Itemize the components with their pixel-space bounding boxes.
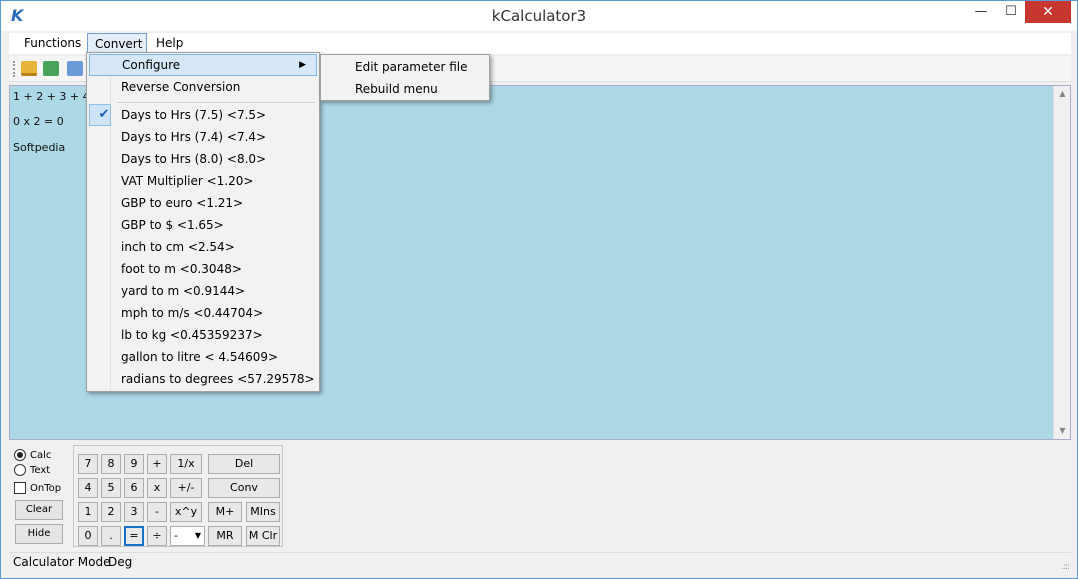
menu-item-conversion[interactable]: foot to m <0.3048> — [89, 258, 317, 280]
close-button[interactable]: ✕ — [1025, 1, 1071, 23]
save-as-icon[interactable] — [67, 61, 83, 76]
menu-item-configure[interactable]: Configure ▶ — [89, 54, 317, 76]
title-bar[interactable]: K kCalculator3 — ☐ ✕ — [1, 1, 1077, 31]
key-5[interactable]: 5 — [101, 478, 121, 498]
key-minus[interactable]: - — [147, 502, 167, 522]
menu-item-conversion[interactable]: yard to m <0.9144> — [89, 280, 317, 302]
menu-item-conversion[interactable]: inch to cm <2.54> — [89, 236, 317, 258]
key-mclr[interactable]: M Clr — [246, 526, 280, 546]
key-conv[interactable]: Conv — [208, 478, 280, 498]
resize-grip-icon[interactable]: .::: — [1061, 558, 1070, 577]
convert-dropdown-menu: Configure ▶ Reverse Conversion ✔ Days to… — [86, 52, 320, 392]
toolbar-grip[interactable] — [13, 61, 16, 77]
minimize-button[interactable]: — — [966, 1, 996, 23]
key-7[interactable]: 7 — [78, 454, 98, 474]
text-line: Softpedia — [13, 141, 66, 154]
calc-radio[interactable]: Calc — [14, 449, 51, 463]
menu-item-rebuild-menu[interactable]: Rebuild menu — [323, 78, 487, 100]
ontop-checkbox[interactable]: OnTop — [14, 482, 61, 496]
key-del[interactable]: Del — [208, 454, 280, 474]
key-plus[interactable]: + — [147, 454, 167, 474]
key-1[interactable]: 1 — [78, 502, 98, 522]
calculator-panel: Calc Text OnTop Clear Hide 7 8 9 + 1/x D… — [9, 442, 1071, 550]
chevron-down-icon: ▼ — [194, 531, 201, 540]
key-4[interactable]: 4 — [78, 478, 98, 498]
key-9[interactable]: 9 — [124, 454, 144, 474]
key-equals[interactable]: = — [124, 526, 144, 546]
key-2[interactable]: 2 — [101, 502, 121, 522]
scroll-down-arrow-icon[interactable]: ▼ — [1054, 423, 1071, 439]
menu-item-conversion[interactable]: VAT Multiplier <1.20> — [89, 170, 317, 192]
status-angle-unit: Deg — [108, 555, 133, 569]
checkbox-icon[interactable] — [14, 482, 26, 494]
menu-item-conversion[interactable]: Days to Hrs (7.4) <7.4> — [89, 126, 317, 148]
check-icon: ✔ — [98, 107, 110, 122]
key-mr[interactable]: MR — [208, 526, 242, 546]
key-8[interactable]: 8 — [101, 454, 121, 474]
menu-separator — [117, 102, 315, 103]
configure-submenu: Edit parameter file Rebuild menu — [320, 54, 490, 101]
status-mode: Calculator Mode — [13, 555, 111, 569]
scroll-up-arrow-icon[interactable]: ▲ — [1054, 86, 1071, 102]
maximize-button[interactable]: ☐ — [996, 1, 1026, 23]
operator-select[interactable]: - ▼ — [170, 526, 205, 546]
menu-item-conversion[interactable]: GBP to $ <1.65> — [89, 214, 317, 236]
text-line: 0 x 2 = 0 — [13, 115, 64, 128]
key-divide[interactable]: ÷ — [147, 526, 167, 546]
keypad: 7 8 9 + 1/x Del 4 5 6 x +/- Conv 1 2 3 -… — [73, 445, 283, 547]
save-icon[interactable] — [43, 61, 59, 76]
key-6[interactable]: 6 — [124, 478, 144, 498]
radio-icon[interactable] — [14, 464, 26, 476]
vertical-scrollbar[interactable]: ▲ ▼ — [1053, 86, 1070, 439]
key-0[interactable]: 0 — [78, 526, 98, 546]
menu-item-conversion[interactable]: gallon to litre < 4.54609> — [89, 346, 317, 368]
menu-item-conversion[interactable]: ✔ Days to Hrs (7.5) <7.5> — [89, 104, 317, 126]
text-radio[interactable]: Text — [14, 464, 50, 478]
key-multiply[interactable]: x — [147, 478, 167, 498]
key-negate[interactable]: +/- — [170, 478, 202, 498]
menu-item-conversion[interactable]: GBP to euro <1.21> — [89, 192, 317, 214]
menu-item-reverse-conversion[interactable]: Reverse Conversion — [89, 76, 317, 98]
menu-convert[interactable]: Convert — [87, 33, 147, 54]
key-power[interactable]: x^y — [170, 502, 202, 522]
menu-item-edit-parameter-file[interactable]: Edit parameter file — [323, 56, 487, 78]
menu-item-conversion[interactable]: mph to m/s <0.44704> — [89, 302, 317, 324]
hide-button[interactable]: Hide — [15, 524, 63, 544]
key-3[interactable]: 3 — [124, 502, 144, 522]
key-decimal[interactable]: . — [101, 526, 121, 546]
key-mins[interactable]: MIns — [246, 502, 280, 522]
folder-open-icon[interactable] — [21, 61, 37, 76]
menu-item-conversion[interactable]: Days to Hrs (8.0) <8.0> — [89, 148, 317, 170]
key-mplus[interactable]: M+ — [208, 502, 242, 522]
menu-item-conversion[interactable]: radians to degrees <57.29578> — [89, 368, 317, 390]
key-reciprocal[interactable]: 1/x — [170, 454, 202, 474]
window-title: kCalculator3 — [491, 7, 587, 25]
submenu-arrow-icon: ▶ — [299, 60, 306, 70]
radio-selected-icon[interactable] — [14, 449, 26, 461]
menu-help[interactable]: Help — [149, 33, 190, 54]
menu-functions[interactable]: Functions — [17, 33, 88, 54]
menu-bar: Functions Convert Help — [9, 33, 1071, 54]
clear-button[interactable]: Clear — [15, 500, 63, 520]
menu-item-conversion[interactable]: lb to kg <0.45359237> — [89, 324, 317, 346]
status-bar: Calculator Mode Deg .::: — [9, 552, 1071, 572]
